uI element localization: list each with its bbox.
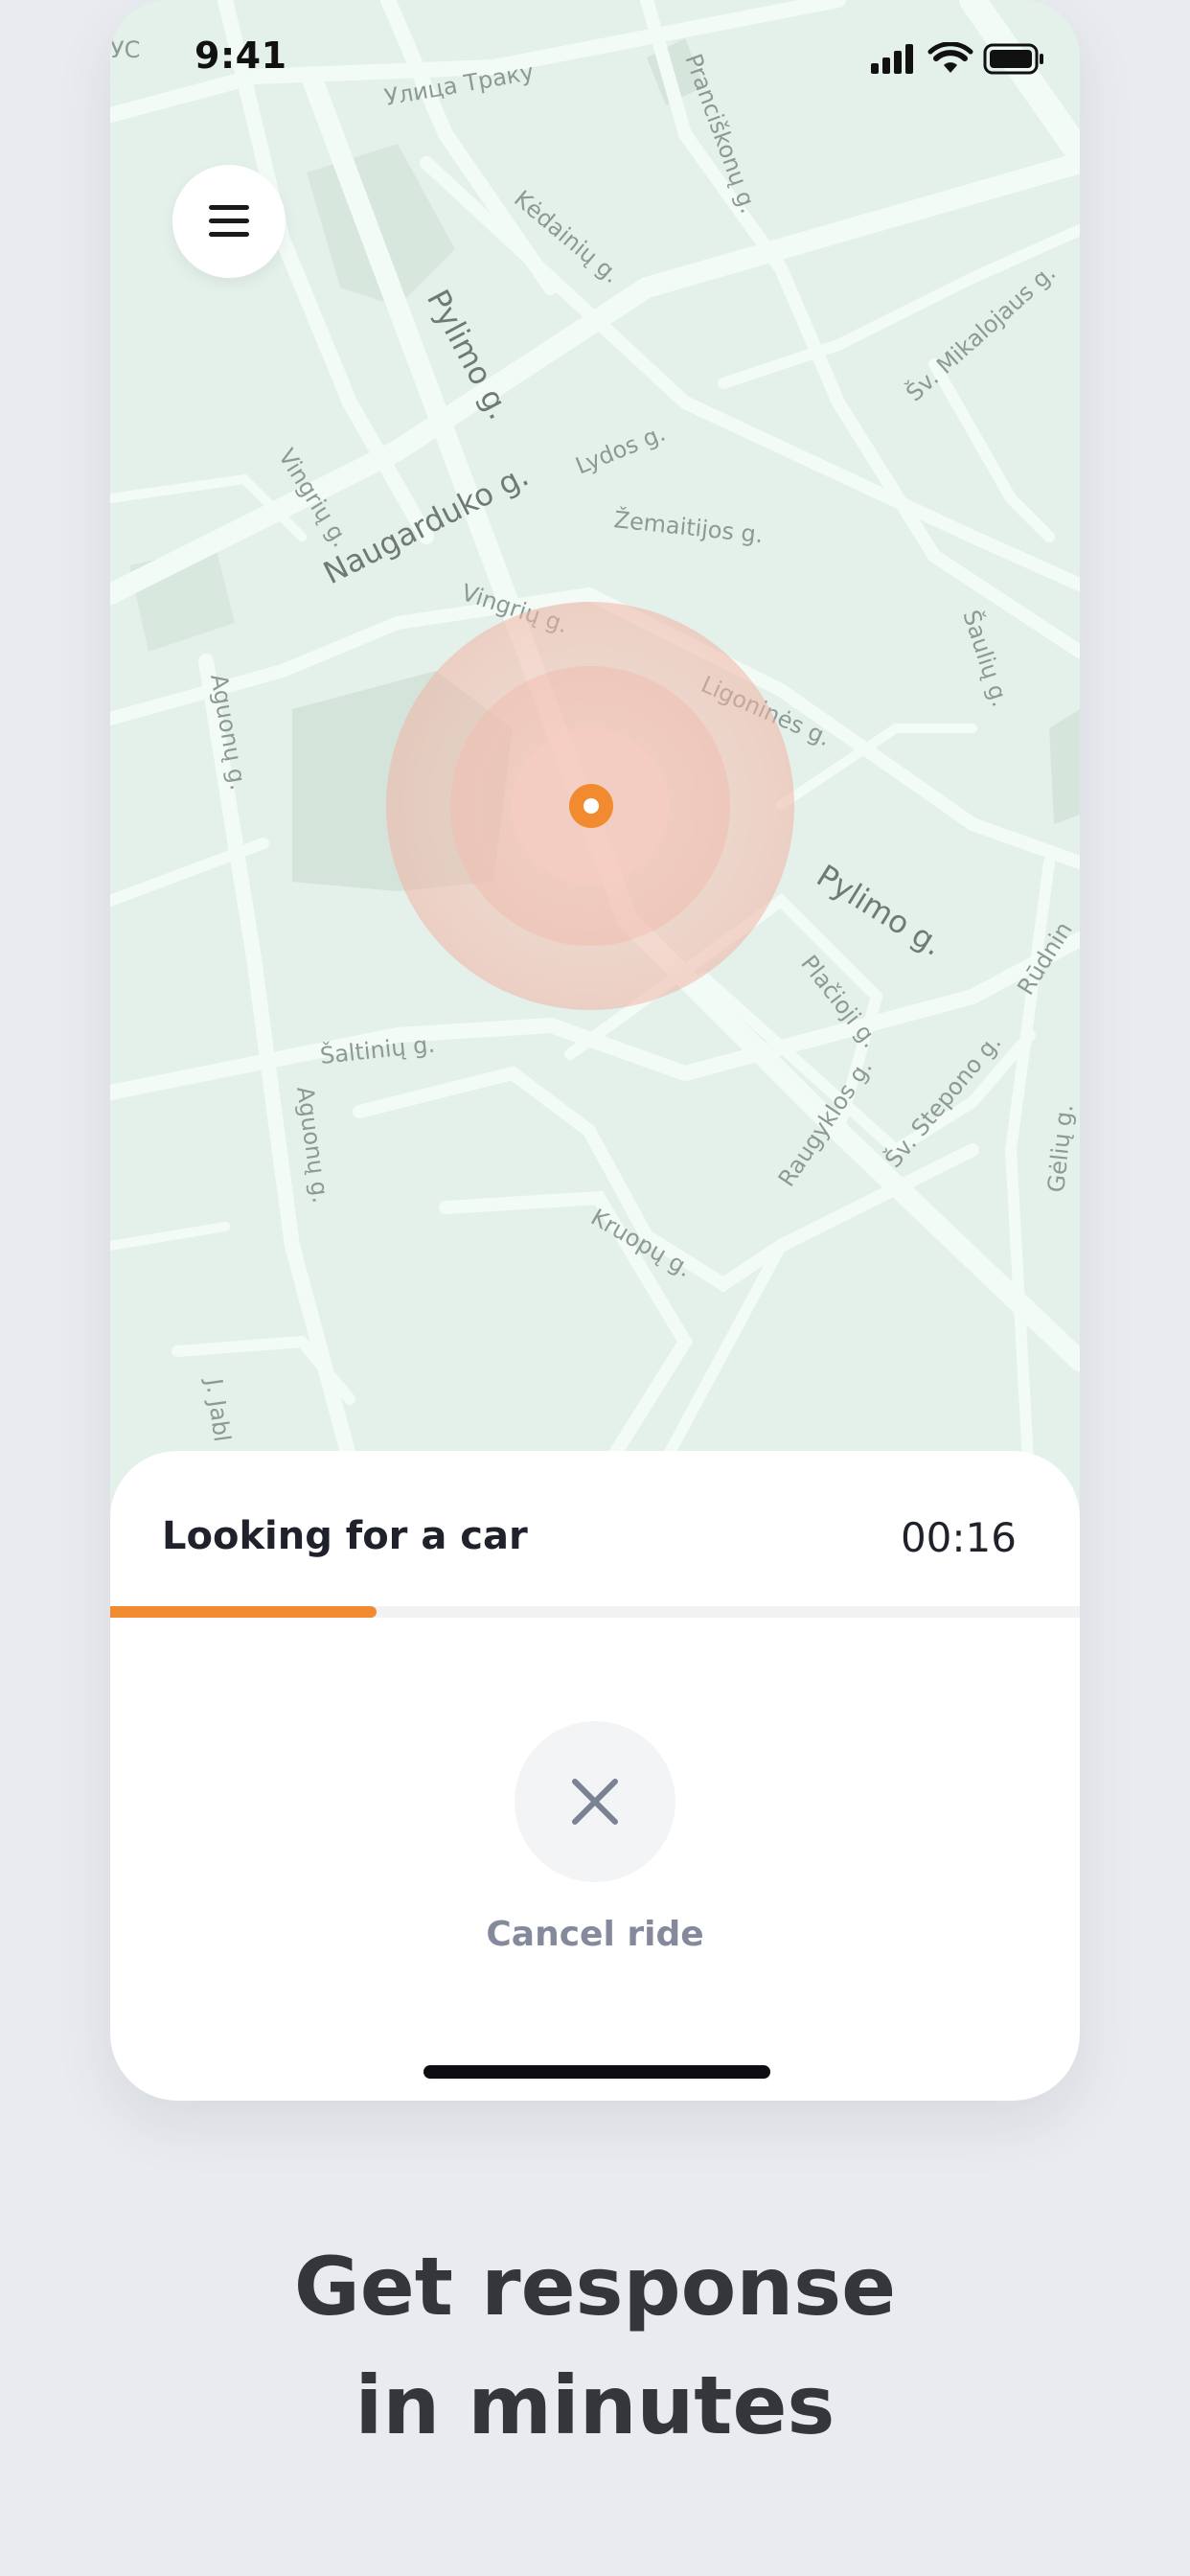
svg-text:Gėlių g.: Gėlių g. <box>1042 1103 1079 1194</box>
svg-text:Šv. Stepono g.: Šv. Stepono g. <box>879 1027 1007 1172</box>
hamburger-icon <box>209 205 249 237</box>
menu-button[interactable] <box>172 165 286 278</box>
status-icons <box>871 42 1043 75</box>
svg-text:J. Jabl: J. Jabl <box>200 1375 236 1443</box>
wifi-icon <box>927 42 973 73</box>
battery-icon <box>983 43 1043 75</box>
phone-screen: Улица Траку Pranciškonų g. Kėdainių g. P… <box>110 0 1080 2101</box>
search-progress-fill <box>110 1606 378 1618</box>
cancel-ride-button[interactable] <box>515 1721 675 1882</box>
cancel-ride-label[interactable]: Cancel ride <box>110 1915 1080 1954</box>
svg-text:Aguonų g.: Aguonų g. <box>291 1085 334 1205</box>
home-indicator[interactable] <box>423 2065 770 2079</box>
svg-text:Šaulių g.: Šaulių g. <box>957 607 1016 710</box>
search-progress-bar <box>110 1606 1080 1618</box>
svg-text:Žemaitijos g.: Žemaitijos g. <box>612 505 765 548</box>
ride-status-sheet: Looking for a car 00:16 Cancel ride <box>110 1451 1080 2101</box>
status-time: 9:41 <box>195 34 287 77</box>
svg-text:Lydos g.: Lydos g. <box>572 420 670 480</box>
close-icon <box>572 1779 618 1825</box>
headline-line-2: in minutes <box>355 2358 835 2452</box>
svg-text:Kėdainių g.: Kėdainių g. <box>509 185 625 288</box>
status-title: Looking for a car <box>162 1514 528 1558</box>
search-timer: 00:16 <box>900 1514 1017 1561</box>
promo-headline: Get response in minutes <box>0 2227 1190 2465</box>
cellular-icon <box>871 44 913 74</box>
location-pin-icon <box>569 784 613 828</box>
status-bar: 9:41 <box>110 0 1080 115</box>
headline-line-1: Get response <box>293 2240 897 2334</box>
